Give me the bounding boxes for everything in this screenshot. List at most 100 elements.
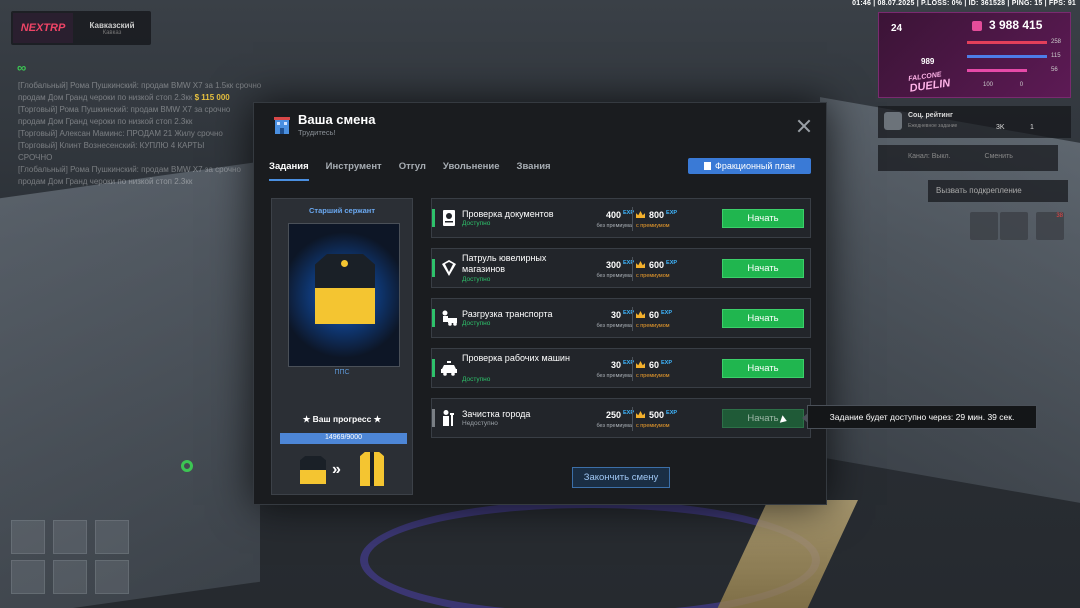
exp-premium-value: 600 (649, 260, 665, 270)
locked-task-tooltip: Задание будет доступно через: 29 мин. 39… (802, 405, 1037, 429)
radio-icon[interactable] (1000, 212, 1028, 240)
start-task-button-disabled[interactable]: Начать (722, 409, 804, 428)
chat-line: продам Дом Гранд чероки по низкой стоп 2… (18, 177, 193, 186)
exp-label: без премиума (596, 323, 632, 329)
social-count-b: 1 (1030, 124, 1034, 131)
start-task-button[interactable]: Начать (722, 359, 804, 378)
task-exp: 400 EXP (582, 210, 634, 220)
task-status: Недоступно (462, 420, 498, 427)
chat-money: $ 115 000 (194, 93, 230, 102)
task-exp-premium: 800 EXP (636, 210, 677, 220)
social-count-a: 3K (996, 124, 1005, 131)
player-id: 989 (921, 57, 935, 66)
rank-unit: ППС (334, 369, 350, 376)
exp-premium-value: 800 (649, 210, 665, 220)
modal-subtitle: Трудитесь! (298, 128, 336, 137)
armor-value: 115 (1051, 53, 1061, 59)
task-name: Зачистка города (462, 409, 531, 419)
quick-slot[interactable] (11, 560, 45, 594)
modal-title: Ваша смена (298, 112, 376, 127)
call-backup-button[interactable]: Вызвать подкрепление (928, 180, 1068, 202)
task-row: Патруль ювелирных магазинов Доступно 300… (431, 248, 811, 288)
exp-label: без премиума (596, 423, 632, 429)
tab-dismissal[interactable]: Увольнение (443, 161, 500, 181)
quick-slot[interactable] (95, 520, 129, 554)
building-icon (274, 117, 290, 134)
exp-badge: EXP (661, 310, 673, 316)
exp-value: 30 (610, 310, 621, 320)
rank-card (288, 223, 400, 367)
quick-slot[interactable] (53, 560, 87, 594)
start-task-button[interactable]: Начать (722, 209, 804, 228)
task-status: Доступно (462, 320, 491, 327)
social-rating-sub: Ежедневное задание (908, 123, 958, 129)
crown-icon (636, 411, 645, 418)
current-rank-icon (300, 456, 326, 484)
task-exp: 30 EXP (582, 310, 634, 320)
tab-ranks[interactable]: Звания (517, 161, 551, 181)
player-level: 24 (891, 23, 903, 34)
quick-slot[interactable] (95, 560, 129, 594)
close-icon[interactable] (797, 119, 811, 133)
health-bar (967, 41, 1047, 44)
hunger-value: 56 (1051, 67, 1058, 73)
exp-badge: EXP (661, 360, 673, 366)
server-name-label: Кавказский (89, 20, 135, 30)
notification-bell-icon[interactable]: 38 (1036, 212, 1064, 240)
person-icon (443, 410, 454, 426)
chat-log: [Глобальный] Рома Пушкинский: продам BMW… (18, 80, 278, 188)
extra-stats: 100 0 (983, 82, 1023, 88)
chat-line: продам Дом Гранд чероки по низкой стоп 2… (18, 117, 193, 126)
exp-badge: EXP (666, 410, 678, 416)
start-task-button[interactable]: Начать (722, 259, 804, 278)
exp-label: без премиума (596, 373, 632, 379)
hunger-bar (967, 69, 1027, 72)
map-marker-icon (181, 460, 193, 472)
clan-tag: FALCONE DUELIN (908, 70, 951, 94)
quick-slot[interactable] (11, 520, 45, 554)
channel-label: Канал: Выкл. (908, 153, 951, 160)
start-task-button[interactable]: Начать (722, 309, 804, 328)
tab-day-off[interactable]: Отгул (399, 161, 426, 181)
task-row: Проверка документов Доступно 400 EXP без … (431, 198, 811, 238)
rank-title: Старший сержант (308, 206, 375, 215)
social-rating-panel[interactable]: Соц. рейтинг Ежедневное задание 3K 1 (878, 106, 1071, 138)
progress-label: ★ Ваш прогресс ★ (302, 414, 382, 424)
task-exp-premium: 500 EXP (636, 410, 677, 420)
task-exp: 300 EXP (582, 260, 634, 270)
channel-switch[interactable]: Сменить (985, 153, 1013, 160)
exp-premium-value: 500 (649, 410, 665, 420)
chat-line: [Глобальный] Рома Пушкинский: продам BMW… (18, 81, 262, 90)
tab-tasks[interactable]: Задания (269, 161, 309, 181)
progress-text: 14969/9000 (325, 434, 362, 441)
top-stats: 01:46 | 08.07.2025 | P.LOSS: 0% | ID: 36… (852, 0, 1076, 7)
player-money: 3 988 415 (989, 18, 1043, 32)
tab-tools[interactable]: Инструмент (326, 161, 382, 181)
jewel-icon (442, 260, 456, 276)
quick-slot[interactable] (53, 520, 87, 554)
radio-channel-panel[interactable]: Канал: Выкл. Сменить (878, 145, 1058, 171)
exp-value: 250 (605, 410, 621, 420)
crown-icon (636, 311, 645, 318)
premium-label: с премиумом (636, 273, 670, 279)
faction-plan-button[interactable]: Фракционный план (688, 158, 811, 174)
chat-line: [Глобальный] Рома Пушкинский: продам BMW… (18, 165, 241, 174)
task-name: Патруль ювелирных магазинов (462, 253, 547, 274)
truck-icon (442, 310, 457, 326)
shoulder-board-icon (315, 254, 375, 324)
armor-bar (967, 55, 1047, 58)
task-row: Разгрузка транспорта Доступно 30 EXP без … (431, 298, 811, 338)
end-shift-button[interactable]: Закончить смену (572, 467, 670, 488)
task-exp: 250 EXP (582, 410, 634, 420)
chat-line: [Торговый] Рома Пушкинский: продам BMW X… (18, 105, 231, 114)
task-name: Проверка документов (462, 209, 554, 219)
calendar-icon[interactable] (970, 212, 998, 240)
crown-icon (636, 261, 645, 268)
chevron-right-icon: » (332, 461, 341, 478)
chat-line-text: продам Дом Гранд чероки по низкой стоп 2… (18, 93, 193, 102)
task-row: Проверка рабочих машин Доступно 30 EXP бе… (431, 348, 811, 388)
task-exp-premium: 60 EXP (636, 360, 672, 370)
server-logo-box: NEXTRP Кавказский Кавказ (11, 11, 151, 45)
next-rank-icon (360, 452, 384, 486)
task-name: Разгрузка транспорта (462, 309, 553, 319)
